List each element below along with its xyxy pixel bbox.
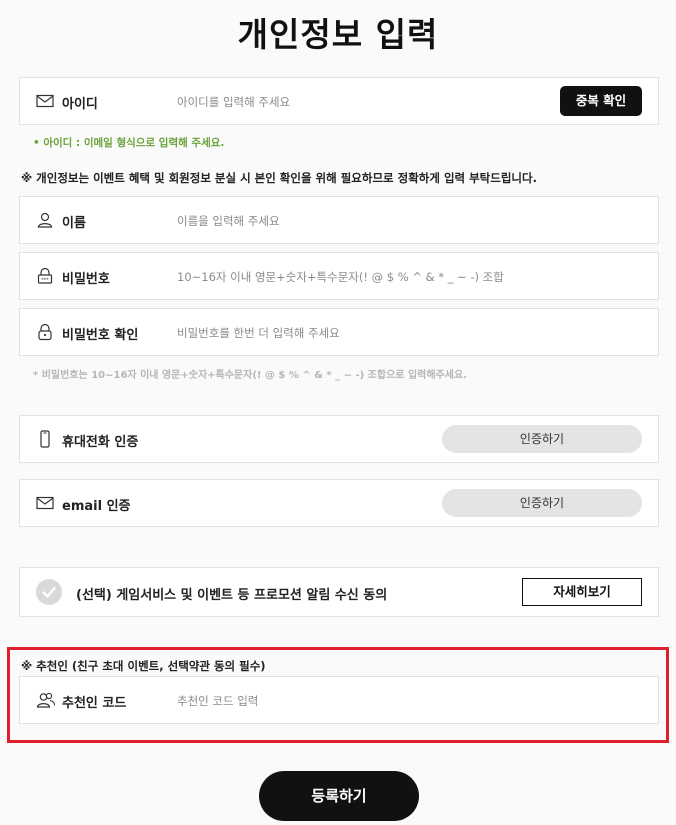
email-verify-row: email 인증 인증하기	[19, 479, 659, 527]
phone-icon	[36, 430, 54, 448]
referral-label: 추천인 코드	[62, 696, 127, 711]
register-button[interactable]: 등록하기	[259, 771, 419, 821]
lock-password-icon: ***	[36, 267, 54, 285]
lock-icon	[36, 323, 54, 341]
password-label: 비밀번호	[62, 272, 110, 287]
referral-input[interactable]: 추천인 코드 입력	[177, 693, 258, 709]
email-verify-button[interactable]: 인증하기	[442, 489, 642, 517]
id-label: 아이디	[62, 97, 98, 112]
referral-heading: ※ 추천인 (친구 초대 이벤트, 선택약관 동의 필수)	[21, 659, 266, 673]
phone-verify-row: 휴대전화 인증 인증하기	[19, 415, 659, 463]
consent-label: (선택) 게임서비스 및 이벤트 등 프로모션 알림 수신 동의	[76, 588, 388, 603]
checkmark-icon	[42, 586, 56, 598]
consent-checkbox[interactable]	[36, 579, 62, 605]
id-format-note: • 아이디 : 이메일 형식으로 입력해 주세요.	[33, 137, 225, 149]
privacy-notice: ※ 개인정보는 이벤트 혜택 및 회원정보 분실 시 본인 확인을 위해 필요하…	[21, 171, 537, 185]
id-field-row: 아이디 아이디를 입력해 주세요 중복 확인	[19, 77, 659, 125]
password-field-row: *** 비밀번호 10~16자 이내 영문+숫자+특수문자(! @ $ % ^ …	[19, 252, 659, 300]
referral-field-row: 추천인 코드 추천인 코드 입력	[19, 676, 659, 724]
consent-row: (선택) 게임서비스 및 이벤트 등 프로모션 알림 수신 동의 자세히보기	[19, 567, 659, 617]
svg-text:***: ***	[41, 278, 49, 284]
email-verify-label: email 인증	[62, 499, 131, 514]
phone-verify-button[interactable]: 인증하기	[442, 425, 642, 453]
id-input[interactable]: 아이디를 입력해 주세요	[177, 94, 290, 110]
page-title: 개인정보 입력	[237, 15, 439, 54]
name-label: 이름	[62, 216, 86, 231]
phone-verify-label: 휴대전화 인증	[62, 435, 139, 450]
password-input[interactable]: 10~16자 이내 영문+숫자+특수문자(! @ $ % ^ & * _ ~ -…	[177, 269, 504, 285]
envelope-icon	[36, 93, 54, 111]
password-confirm-field-row: 비밀번호 확인 비밀번호를 한번 더 입력해 주세요	[19, 308, 659, 356]
view-details-button[interactable]: 자세히보기	[522, 578, 642, 606]
name-field-row: 이름 이름을 입력해 주세요	[19, 196, 659, 244]
duplicate-check-button[interactable]: 중복 확인	[560, 86, 642, 116]
name-input[interactable]: 이름을 입력해 주세요	[177, 213, 280, 229]
password-confirm-input[interactable]: 비밀번호를 한번 더 입력해 주세요	[177, 325, 340, 341]
users-icon	[36, 691, 56, 709]
user-icon	[36, 211, 54, 229]
password-rule-note: * 비밀번호는 10~16자 이내 영문+숫자+특수문자(! @ $ % ^ &…	[33, 370, 467, 381]
envelope-icon	[36, 495, 54, 513]
password-confirm-label: 비밀번호 확인	[62, 328, 139, 343]
